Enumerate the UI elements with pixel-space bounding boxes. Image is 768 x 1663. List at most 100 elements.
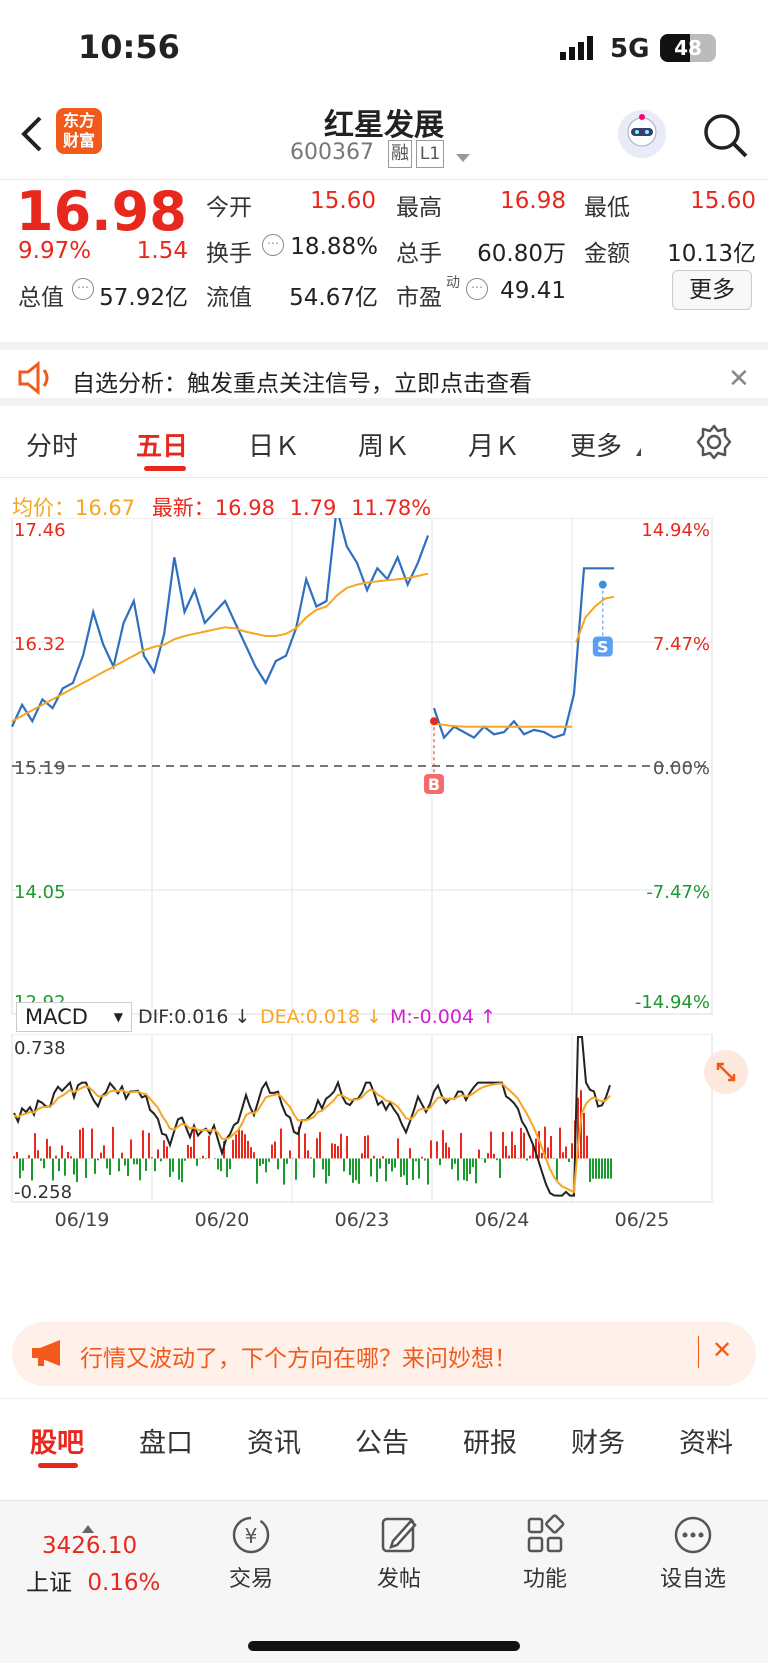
tab-more[interactable]: 更多 [570,426,622,463]
turnover-value: 18.88% [290,234,378,260]
alert-text: 自选分析：触发重点关注信号，立即点击查看 [72,371,532,397]
active-tab-indicator [144,466,186,471]
dock-add-watchlist[interactable]: 设自选 [638,1507,748,1593]
expand-button[interactable] [704,1050,748,1094]
search-button[interactable] [700,110,750,164]
ai-banner[interactable]: 行情又波动了，下个方向在哪？来问妙想！ ✕ [12,1322,756,1386]
five-day-chart[interactable]: 均价：16.67 最新：16.98 1.79 11.78% 17.46 14.94… [0,478,768,1318]
network-type: 5G [610,34,650,64]
high-label: 最高 [396,195,442,221]
battery-level: 48 [674,36,702,60]
banner-divider [698,1336,699,1368]
price-line-series [432,567,614,740]
tab-yanbao[interactable]: 研报 [463,1421,517,1460]
macd-dif: DIF:0.016 ↓ [138,1006,251,1028]
edit-icon [381,1517,417,1553]
sell-marker-label: S [597,638,609,657]
grid-icon [527,1514,565,1553]
macd-dea: DEA:0.018 ↓ [260,1006,383,1028]
dock-trade[interactable]: ¥ 交易 [196,1507,306,1593]
tab-zixun[interactable]: 资讯 [247,1421,301,1460]
tab-fenshi[interactable]: 分时 [26,426,78,463]
margin-tag: 融 [388,140,412,168]
home-indicator [248,1641,520,1651]
index-name: 上证 [26,1570,72,1596]
index-pct: 0.16% [87,1570,161,1596]
price-chart-svg: 17.46 14.94% 16.32 7.47% 15.19 0.00% 14.05 -7.4… [11,518,713,1015]
macd-top-label: 0.738 [14,1038,66,1059]
settings-button[interactable] [696,424,732,464]
date-label: 06/24 [475,1209,530,1231]
tab-gonggao[interactable]: 公告 [355,1421,409,1460]
tab-caiwu[interactable]: 财务 [571,1421,625,1460]
latest-label: 最新： [151,496,215,520]
mktcap-value: 57.92亿 [99,285,188,311]
chevron-down-icon[interactable] [456,154,470,162]
tab-yuek[interactable]: 月Ｋ [468,426,520,463]
latest-change-pct: 11.78% [351,496,432,520]
turnover-label: 换手 [206,241,252,267]
amount-value: 10.13亿 [667,241,756,267]
gear-icon [696,424,732,460]
macd-chart-svg: 0.738 -0.258 06/19 06/20 06/23 06/24 06/25 [11,1034,713,1231]
price-axis-label: 14.05 [14,882,66,903]
latest-value: 16.98 [214,496,275,520]
index-ticker[interactable]: 3426.10 上证 0.16% [20,1525,170,1597]
pct-axis-label: -7.47% [646,882,710,903]
alert-bar[interactable]: 自选分析：触发重点关注信号，立即点击查看 ✕ [0,342,768,406]
macd-selector[interactable]: MACD ▼ [16,1002,132,1032]
tab-pankou[interactable]: 盘口 [139,1421,193,1460]
banner-text: 行情又波动了，下个方向在哪？来问妙想！ [80,1346,517,1372]
quote-panel: 16.98 9.97% 1.54 今开 15.60 最高 16.98 最低 15… [0,180,768,340]
info-icon[interactable]: ⋯ [262,234,284,256]
more-button[interactable]: 更多 [672,270,752,310]
tab-rik[interactable]: 日Ｋ [248,426,300,463]
mktcap-label: 总值 [18,285,64,311]
dock-function[interactable]: 功能 [490,1507,600,1593]
megaphone-icon [30,1338,64,1372]
dock-post[interactable]: 发帖 [344,1507,454,1593]
more-circle-icon [674,1516,712,1554]
battery-icon: 48 [660,34,716,62]
volume-label: 总手 [396,241,442,267]
macd-dif-line [13,1036,611,1197]
info-icon[interactable]: ⋯ [466,278,488,300]
macd-m: M:-0.004 ↑ [390,1006,497,1028]
pct-axis-label: 7.47% [653,634,710,655]
status-bar: 10:56 5G 48 [0,0,768,100]
date-label: 06/25 [615,1209,670,1231]
amount-label: 金额 [584,241,630,267]
pct-axis-label: 14.94% [641,520,710,541]
avg-label: 均价： [12,496,75,520]
volume-value: 60.80万 [477,241,566,267]
close-icon[interactable]: ✕ [712,1336,732,1364]
buy-marker-label: B [428,775,440,794]
date-label: 06/20 [195,1209,250,1231]
tab-guba[interactable]: 股吧 [30,1421,84,1460]
date-label: 06/19 [55,1209,110,1231]
bottom-dock: 3426.10 上证 0.16% ¥ 交易 发帖 功能 设自选 [0,1500,768,1663]
triangle-down-icon [636,448,641,456]
avg-price-line [11,572,429,723]
assistant-avatar[interactable] [618,110,666,158]
signal-icon [560,36,600,64]
expand-icon [716,1062,736,1082]
pe-sup: 动 [446,275,460,291]
search-icon [704,114,748,158]
yen-exchange-icon: ¥ [232,1516,270,1554]
dropdown-arrow-icon: ▼ [113,1010,123,1024]
price-axis-label: 17.46 [14,520,66,541]
tab-zhouk[interactable]: 周Ｋ [358,426,410,463]
info-icon[interactable]: ⋯ [72,278,94,300]
close-icon[interactable]: ✕ [728,364,750,394]
change-value: 1.54 [136,238,188,264]
pe-value: 49.41 [500,278,566,304]
stock-code: 600367 [290,140,374,165]
content-tabs: 股吧 盘口 资讯 公告 研报 财务 资料 [0,1398,768,1478]
change-percent: 9.97% [18,238,92,264]
tab-ziliao[interactable]: 资料 [679,1421,733,1460]
triangle-up-icon [82,1525,94,1533]
tab-wuri[interactable]: 五日 [136,426,188,463]
period-tabs: 分时 五日 日Ｋ 周Ｋ 月Ｋ 更多 [0,408,768,478]
price-axis-label: 15.19 [14,758,66,779]
